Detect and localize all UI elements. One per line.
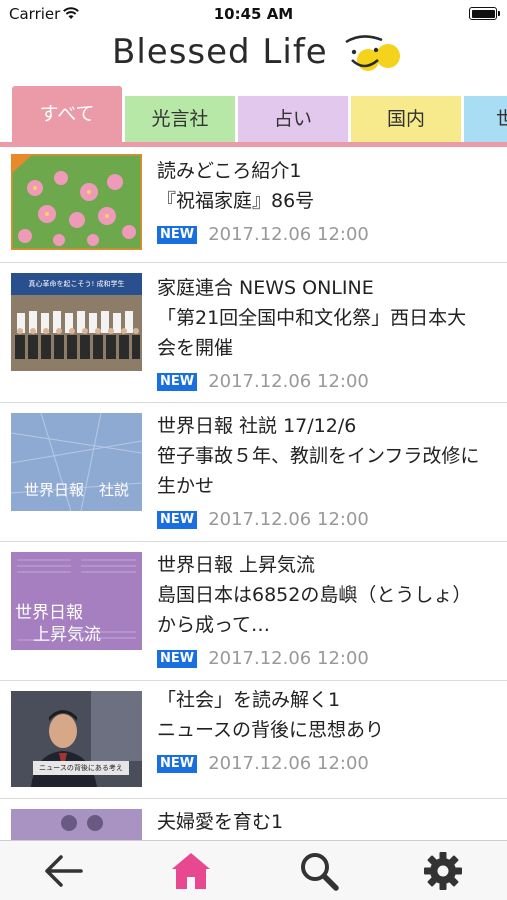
list-item[interactable]: 真心革命を起こそう! 成和学生 家庭連合 NEWS ONLINE 「第21回全国… <box>0 263 507 403</box>
article-title-line: 読みどころ紹介1 <box>157 160 302 182</box>
editorial-thumbnail: 世界日報 社説 <box>11 413 142 511</box>
battery-icon <box>469 7 500 20</box>
clock: 10:45 AM <box>213 5 294 23</box>
article-title-line: 笹子事故５年、教訓をインフラ改修に <box>157 445 480 467</box>
new-badge: NEW <box>157 225 198 244</box>
new-badge: NEW <box>157 649 198 668</box>
article-date: 2017.12.06 12:00 <box>208 753 369 774</box>
article-title-line: 生かせ <box>157 475 215 497</box>
tab-world[interactable]: 世 <box>464 96 507 142</box>
column-thumbnail: 世界日報 上昇気流 <box>11 552 142 650</box>
article-date: 2017.12.06 12:00 <box>208 224 369 245</box>
app-logo: Blessed Life <box>112 32 412 76</box>
article-title-line: 島国日本は6852の島嶼（とうしょ） <box>157 584 472 606</box>
tab-fortune[interactable]: 占い <box>238 96 348 142</box>
list-item[interactable]: 読みどころ紹介1 『祝福家庭』86号 NEW 2017.12.06 12:00 <box>0 148 507 263</box>
group-photo-icon <box>11 295 142 371</box>
status-bar: Carrier 10:45 AM <box>0 0 507 28</box>
article-title-line: 会を開催 <box>157 337 234 359</box>
new-badge: NEW <box>157 372 198 391</box>
article-title-line: 「第21回全国中和文化祭」西日本大 <box>157 307 467 329</box>
gear-icon[interactable] <box>420 849 466 893</box>
bottom-tab-bar <box>0 840 507 900</box>
article-title-line: ニュースの背後に思想あり <box>157 719 385 741</box>
home-icon[interactable] <box>168 849 214 893</box>
thumb-caption: 世界日報 社説 <box>23 481 129 499</box>
new-badge: NEW <box>157 510 198 529</box>
new-badge: NEW <box>157 754 198 773</box>
list-item[interactable]: 世界日報 上昇気流 世界日報 上昇気流 島国日本は6852の島嶼（とうしょ） か… <box>0 542 507 681</box>
article-date: 2017.12.06 12:00 <box>208 371 369 392</box>
article-date: 2017.12.06 12:00 <box>208 648 369 669</box>
category-tabs: すべて 光言社 占い 国内 世 <box>0 86 507 148</box>
news-video-thumbnail: ニュースの背後にある考え <box>11 691 142 787</box>
tab-domestic[interactable]: 国内 <box>351 96 461 142</box>
article-title-line: 「社会」を読み解く1 <box>157 689 341 711</box>
article-title-line: 夫婦愛を育む1 <box>157 811 284 833</box>
flower-thumbnail <box>11 154 142 250</box>
thumb-caption: ニュースの背後にある考え <box>33 761 129 775</box>
arrow-left-icon[interactable] <box>41 849 87 893</box>
thumb-caption: 上昇気流 <box>33 625 101 645</box>
article-date: 2017.12.06 12:00 <box>208 509 369 530</box>
search-icon[interactable] <box>296 849 342 893</box>
article-title-line: 『祝福家庭』86号 <box>157 190 315 212</box>
smiley-logo-icon <box>345 35 400 71</box>
event-photo-thumbnail: 真心革命を起こそう! 成和学生 <box>11 273 142 371</box>
list-item[interactable]: 世界日報 社説 世界日報 社説 17/12/6 笹子事故５年、教訓をインフラ改修… <box>0 403 507 542</box>
banner-caption: 真心革命を起こそう! 成和学生 <box>11 273 142 295</box>
couple-thumbnail <box>11 809 142 841</box>
logo-text: Blessed Life <box>112 32 328 72</box>
tab-all[interactable]: すべて <box>12 86 122 142</box>
list-item[interactable]: ニュースの背後にある考え 「社会」を読み解く1 ニュースの背後に思想あり NEW… <box>0 681 507 799</box>
silhouette-icon <box>11 809 142 841</box>
article-title-line: 世界日報 上昇気流 <box>157 554 316 576</box>
article-title-line: 家庭連合 NEWS ONLINE <box>157 277 374 299</box>
tab-kogensha[interactable]: 光言社 <box>125 96 235 142</box>
tab-underline <box>0 142 507 147</box>
article-title-line: から成って… <box>157 614 271 636</box>
article-title-line: 世界日報 社説 17/12/6 <box>157 415 357 437</box>
